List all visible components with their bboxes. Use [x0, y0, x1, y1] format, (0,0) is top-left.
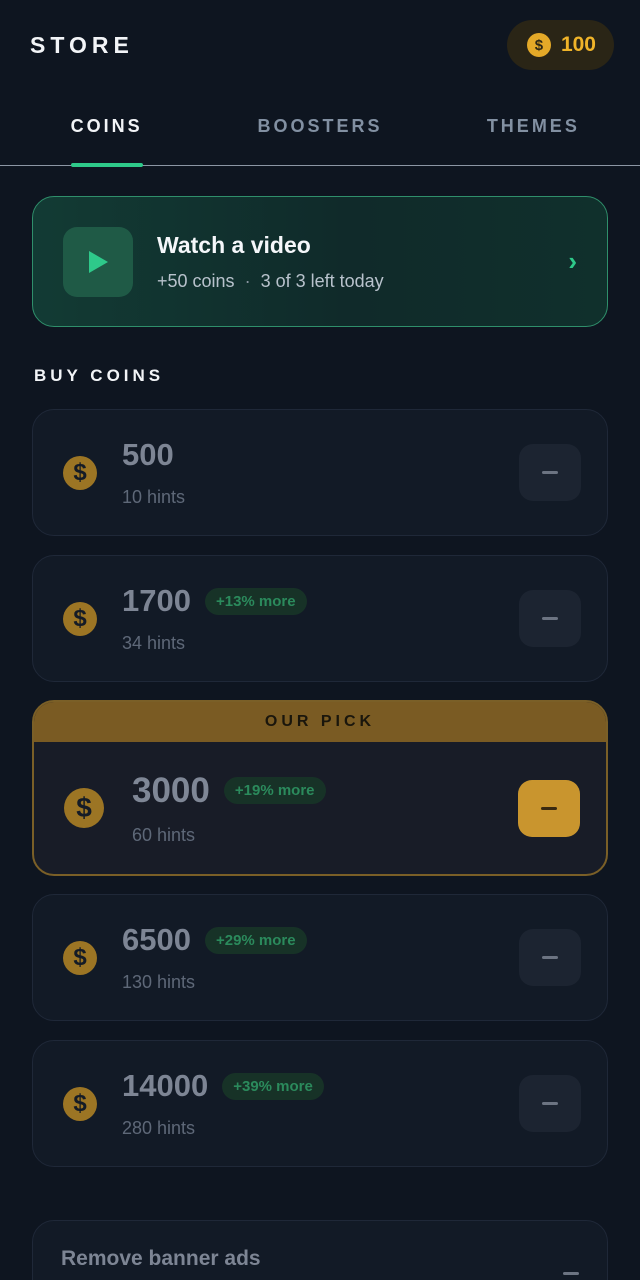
buy-button[interactable] — [519, 590, 581, 647]
bonus-badge: +29% more — [204, 926, 307, 954]
pack-info: 14000 +39% more 280 hints — [122, 1068, 519, 1139]
minus-icon — [542, 617, 558, 620]
pack-hints: 280 hints — [122, 1118, 196, 1138]
buy-coins-heading: BUY COINS — [34, 366, 165, 385]
pack-hints: 130 hints — [122, 972, 196, 992]
remove-ads-card[interactable]: Remove banner ads — [32, 1220, 608, 1280]
coin-pack[interactable]: $ 14000 +39% more 280 hints — [32, 1040, 608, 1167]
video-title: Watch a video — [157, 231, 311, 258]
pack-hints: 34 hints — [122, 633, 186, 653]
coin-pack[interactable]: $ 1700 +13% more 34 hints — [32, 555, 608, 682]
coin-pack[interactable]: $ 500 10 hints — [32, 409, 608, 536]
play-icon — [63, 226, 133, 297]
coin-icon: $ — [63, 601, 97, 636]
pack-amount: 1700 — [122, 583, 191, 618]
chevron-right-icon: › — [568, 246, 577, 276]
pack-info: 500 10 hints — [122, 437, 519, 508]
featured-coin-pack[interactable]: OUR PICK $ 3000 +19% more 60 hints — [32, 700, 608, 876]
coin-balance[interactable]: $ 100 — [506, 20, 614, 70]
video-subtitle: +50 coins · 3 of 3 left today — [157, 271, 568, 292]
minus-icon — [563, 1272, 579, 1275]
watch-video-card[interactable]: Watch a video +50 coins · 3 of 3 left toda… — [32, 196, 608, 327]
minus-icon — [541, 806, 557, 810]
page-title: STORE — [30, 31, 134, 58]
buy-button[interactable] — [519, 1075, 581, 1132]
remove-ads-title: Remove banner ads — [61, 1247, 261, 1270]
store-header: STORE $ 100 — [0, 0, 640, 90]
store-tabs: COINS BOOSTERS THEMES — [0, 90, 640, 167]
buy-button[interactable] — [519, 929, 581, 986]
pack-amount: 6500 — [122, 922, 191, 957]
buy-button[interactable] — [519, 444, 581, 501]
pack-hints: 60 hints — [132, 824, 196, 845]
tab-coins[interactable]: COINS — [0, 90, 213, 165]
buy-button[interactable] — [518, 779, 580, 837]
video-remaining: 3 of 3 left today — [260, 270, 384, 291]
coin-icon: $ — [64, 788, 104, 828]
pack-info: 6500 +29% more 130 hints — [122, 922, 519, 993]
bonus-badge: +19% more — [223, 777, 326, 804]
tab-themes[interactable]: THEMES — [427, 90, 640, 165]
separator-dot: · — [244, 270, 251, 291]
coin-balance-value: 100 — [560, 33, 596, 56]
our-pick-banner: OUR PICK — [34, 702, 606, 742]
coin-pack[interactable]: $ 6500 +29% more 130 hints — [32, 894, 608, 1021]
pack-info: 3000 +19% more 60 hints — [132, 771, 518, 846]
video-text: Watch a video +50 coins · 3 of 3 left toda… — [157, 232, 568, 292]
active-tab-indicator — [71, 163, 143, 167]
minus-icon — [542, 956, 558, 959]
pack-amount: 500 — [122, 437, 174, 472]
tab-boosters[interactable]: BOOSTERS — [213, 90, 426, 165]
pack-amount: 3000 — [132, 770, 210, 810]
coin-icon: $ — [526, 33, 551, 57]
pack-amount: 14000 — [122, 1068, 209, 1103]
minus-icon — [542, 471, 558, 474]
pack-info: 1700 +13% more 34 hints — [122, 583, 519, 654]
minus-icon — [542, 1102, 558, 1105]
coin-icon: $ — [63, 940, 97, 975]
coin-icon: $ — [63, 455, 97, 490]
video-reward: +50 coins — [157, 270, 235, 291]
pack-hints: 10 hints — [122, 487, 186, 507]
bonus-badge: +39% more — [222, 1072, 324, 1100]
coin-icon: $ — [63, 1086, 97, 1121]
bonus-badge: +13% more — [204, 587, 307, 615]
